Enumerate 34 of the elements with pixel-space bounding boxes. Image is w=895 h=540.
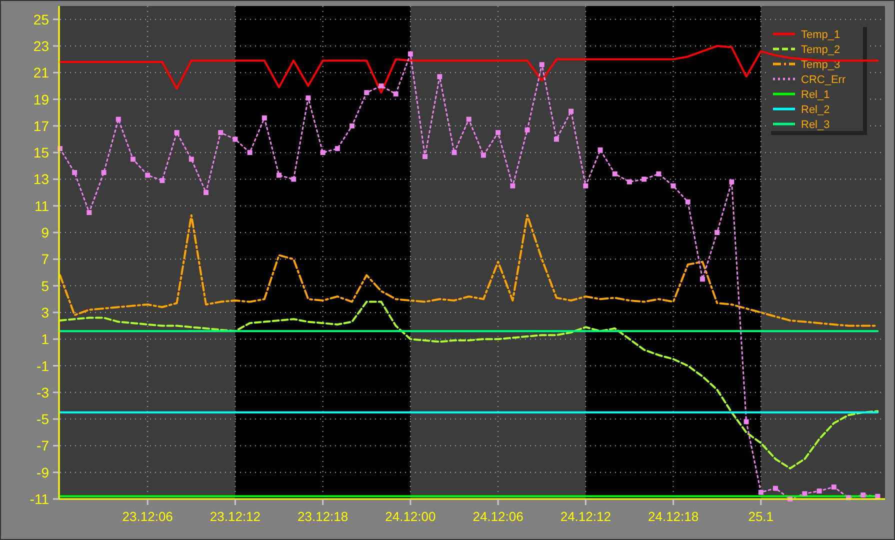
y-tick-label: 19 — [33, 91, 49, 108]
y-tick-label: -1 — [36, 358, 49, 374]
y-tick-label: 3 — [41, 304, 49, 320]
legend-label: Rel_3 — [801, 119, 830, 131]
y-tick-label: -7 — [36, 438, 49, 454]
legend-label: Temp_3 — [801, 59, 840, 71]
y-tick-label: 5 — [41, 278, 49, 294]
x-tick-label: 25.1 — [748, 509, 774, 524]
x-tick-label: 23.12:12 — [210, 509, 261, 524]
y-tick-label: -5 — [36, 411, 49, 428]
y-tick-label: 17 — [33, 118, 49, 134]
y-tick-label: 11 — [34, 198, 49, 214]
y-tick-label: 9 — [41, 224, 49, 241]
legend-label: Rel_2 — [801, 104, 830, 116]
legend-label: CRC_Err — [801, 74, 846, 86]
y-tick-label: -3 — [36, 384, 49, 400]
y-tick-label: 23 — [33, 38, 49, 54]
legend-label: Rel_1 — [801, 89, 830, 101]
x-tick-label: 23.12:18 — [298, 509, 348, 524]
legend-label: Temp_2 — [801, 44, 840, 56]
y-tick-label: 15 — [33, 144, 49, 161]
x-tick-label: 23.12:06 — [122, 509, 173, 524]
y-tick-label: -9 — [36, 464, 49, 480]
x-tick-label: 24.12:18 — [648, 509, 699, 524]
x-tick-label: 24.12:06 — [472, 509, 524, 524]
legend-label: Temp_1 — [801, 29, 840, 41]
x-tick-label: 24.12:00 — [385, 509, 436, 524]
y-tick-label: 1 — [41, 331, 49, 348]
y-tick-label: 7 — [41, 251, 49, 268]
y-tick-label: -11 — [30, 491, 49, 507]
y-tick-label: 21 — [33, 64, 49, 81]
y-tick-label: 13 — [33, 171, 49, 188]
y-tick-label: 25 — [33, 11, 49, 28]
x-tick-label: 24.12:12 — [560, 509, 611, 524]
